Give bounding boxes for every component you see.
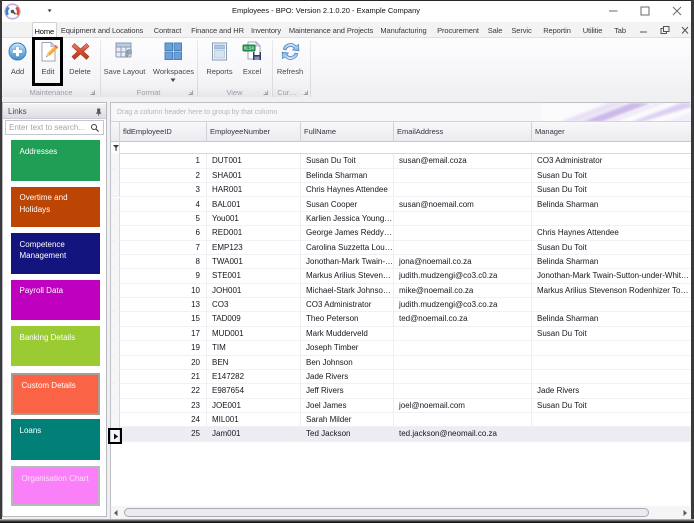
svg-text:XLSX: XLSX xyxy=(244,46,255,51)
